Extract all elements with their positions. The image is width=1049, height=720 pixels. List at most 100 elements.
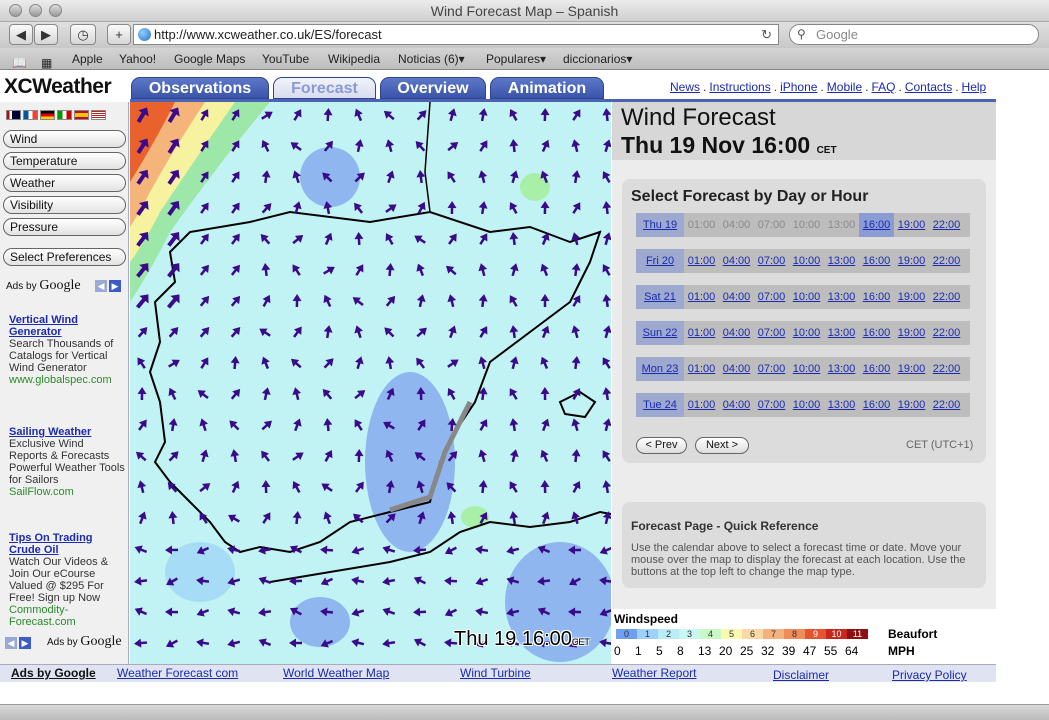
temperature-button[interactable]: Temperature: [3, 152, 126, 170]
search-field[interactable]: ⚲ Google: [789, 24, 1039, 45]
link-help[interactable]: Help: [962, 80, 987, 94]
bookmark-apple[interactable]: Apple: [72, 48, 103, 70]
hour-link[interactable]: 16:00: [859, 213, 894, 237]
wind-button[interactable]: Wind: [3, 130, 126, 148]
hour-link[interactable]: 10:00: [789, 399, 824, 411]
ad-title[interactable]: Vertical Wind Generator: [9, 314, 125, 338]
hour-link[interactable]: 04:00: [719, 255, 754, 267]
hour-link[interactable]: 07:00: [754, 327, 789, 339]
ad-1[interactable]: Vertical Wind Generator Search Thousands…: [9, 314, 125, 386]
bookmark-diccionarios[interactable]: diccionarios▾: [563, 48, 632, 70]
flag-de-icon[interactable]: [40, 110, 55, 120]
hour-link[interactable]: 07:00: [754, 291, 789, 303]
footer-link-weather-report[interactable]: Weather Report: [612, 666, 697, 680]
wind-map[interactable]: Thu 19 16:00CET: [130, 102, 611, 664]
tab-animation[interactable]: Animation: [490, 77, 604, 99]
footer-ads-label[interactable]: Ads by Google: [11, 666, 96, 680]
flag-it-icon[interactable]: [57, 110, 72, 120]
footer-link-disclaimer[interactable]: Disclaimer: [773, 668, 829, 682]
prev-button[interactable]: < Prev: [636, 437, 687, 454]
flag-es-icon[interactable]: [74, 110, 89, 120]
bookmark-google-maps[interactable]: Google Maps: [174, 48, 245, 70]
flag-us-icon[interactable]: [91, 110, 106, 120]
hour-link[interactable]: 07:00: [754, 255, 789, 267]
hour-link[interactable]: 13:00: [824, 255, 859, 267]
hour-link[interactable]: 19:00: [894, 255, 929, 267]
hour-link[interactable]: 10:00: [789, 363, 824, 375]
hour-link[interactable]: 19:00: [894, 399, 929, 411]
reload-icon[interactable]: ↻: [761, 25, 772, 44]
hour-link[interactable]: 13:00: [824, 291, 859, 303]
ad-3[interactable]: Tips On Trading Crude Oil Watch Our Vide…: [9, 532, 125, 628]
site-logo[interactable]: XCWeather: [4, 75, 112, 99]
hour-link[interactable]: 10:00: [789, 327, 824, 339]
footer-link-wind-turbine[interactable]: Wind Turbine: [460, 666, 531, 680]
hour-link[interactable]: 10:00: [789, 255, 824, 267]
minimize-window-button[interactable]: [29, 4, 42, 17]
hour-link[interactable]: 01:00: [684, 399, 719, 411]
hour-link[interactable]: 13:00: [824, 327, 859, 339]
hour-link[interactable]: 19:00: [894, 327, 929, 339]
add-bookmark-button[interactable]: +: [107, 24, 131, 45]
ad-url[interactable]: www.globalspec.com: [9, 374, 125, 386]
hour-link[interactable]: 13:00: [824, 363, 859, 375]
tab-observations[interactable]: Observations: [131, 77, 269, 99]
day-link[interactable]: Sat 21: [636, 285, 684, 309]
visibility-button[interactable]: Visibility: [3, 196, 126, 214]
hour-link[interactable]: 22:00: [929, 291, 964, 303]
hour-link[interactable]: 22:00: [929, 399, 964, 411]
ad-2[interactable]: Sailing Weather Exclusive Wind Reports &…: [9, 426, 125, 498]
hour-link[interactable]: 01:00: [684, 255, 719, 267]
day-link[interactable]: Tue 24: [636, 393, 684, 417]
hour-link[interactable]: 16:00: [859, 291, 894, 303]
next-button[interactable]: Next >: [695, 437, 749, 454]
link-contacts[interactable]: Contacts: [905, 80, 952, 94]
hour-link[interactable]: 19:00: [894, 291, 929, 303]
hour-link[interactable]: 01:00: [684, 291, 719, 303]
hour-link[interactable]: 22:00: [929, 327, 964, 339]
bookmark-wikipedia[interactable]: Wikipedia: [328, 48, 380, 70]
hour-link[interactable]: 16:00: [859, 255, 894, 267]
hour-link[interactable]: 04:00: [719, 399, 754, 411]
hour-link[interactable]: 16:00: [859, 327, 894, 339]
footer-link-privacy-policy[interactable]: Privacy Policy: [892, 668, 967, 682]
ad-title[interactable]: Tips On Trading Crude Oil: [9, 532, 125, 556]
bookmark-yahoo[interactable]: Yahoo!: [119, 48, 156, 70]
hour-link[interactable]: 22:00: [929, 219, 964, 231]
day-link[interactable]: Mon 23: [636, 357, 684, 381]
day-link[interactable]: Thu 19: [636, 213, 684, 237]
link-iphone[interactable]: iPhone: [780, 80, 817, 94]
hour-link[interactable]: 22:00: [929, 363, 964, 375]
hour-link[interactable]: 19:00: [894, 363, 929, 375]
hour-link[interactable]: 07:00: [754, 363, 789, 375]
hour-link[interactable]: 04:00: [719, 363, 754, 375]
hour-link[interactable]: 01:00: [684, 327, 719, 339]
bookmark-noticias[interactable]: Noticias (6)▾: [398, 48, 465, 70]
ad-url[interactable]: SailFlow.com: [9, 486, 125, 498]
hour-link[interactable]: 04:00: [719, 291, 754, 303]
link-faq[interactable]: FAQ: [871, 80, 895, 94]
tab-forecast[interactable]: Forecast: [273, 77, 376, 99]
hour-link[interactable]: 16:00: [859, 399, 894, 411]
hour-link[interactable]: 07:00: [754, 399, 789, 411]
hour-link[interactable]: 13:00: [824, 399, 859, 411]
forward-button[interactable]: ▶: [34, 24, 58, 45]
footer-link-world-weather-map[interactable]: World Weather Map: [283, 666, 389, 680]
address-bar[interactable]: http://www.xcweather.co.uk/ES/forecast ↻: [133, 24, 779, 45]
flag-uk-icon[interactable]: [6, 110, 21, 120]
prev-ad-icon[interactable]: ◀: [95, 280, 107, 292]
close-window-button[interactable]: [9, 4, 22, 17]
history-button[interactable]: ◷: [70, 24, 96, 45]
link-mobile[interactable]: Mobile: [827, 80, 862, 94]
hour-link[interactable]: 10:00: [789, 291, 824, 303]
prev-ad-icon[interactable]: ◀: [5, 637, 17, 649]
link-instructions[interactable]: Instructions: [709, 80, 770, 94]
select-preferences-button[interactable]: Select Preferences: [3, 248, 126, 266]
link-news[interactable]: News: [670, 80, 700, 94]
bookmark-youtube[interactable]: YouTube: [262, 48, 309, 70]
hour-link[interactable]: 01:00: [684, 363, 719, 375]
hour-link[interactable]: 22:00: [929, 255, 964, 267]
footer-link-weather-forecast[interactable]: Weather Forecast com: [117, 666, 238, 680]
hour-link[interactable]: 04:00: [719, 327, 754, 339]
bookmark-populares[interactable]: Populares▾: [486, 48, 546, 70]
